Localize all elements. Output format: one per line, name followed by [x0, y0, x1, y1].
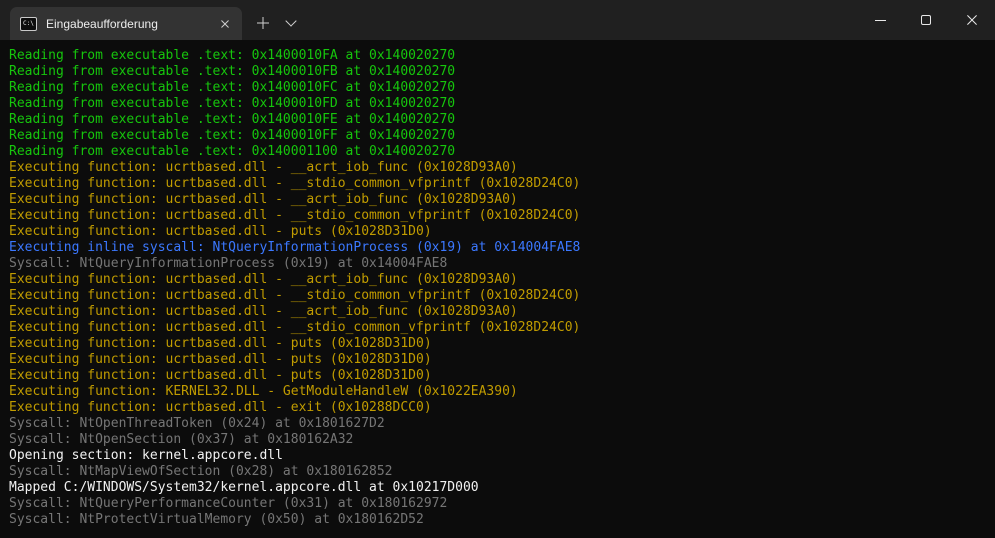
terminal-line: Executing function: ucrtbased.dll - __st…: [9, 288, 986, 304]
terminal-line: Syscall: NtQueryPerformanceCounter (0x31…: [9, 496, 986, 512]
terminal-line: Executing function: ucrtbased.dll - __ac…: [9, 160, 986, 176]
terminal-viewport[interactable]: Reading from executable .text: 0x1400010…: [0, 40, 995, 538]
maximize-icon: [921, 15, 931, 25]
close-icon: [218, 17, 232, 31]
terminal-line: Executing function: ucrtbased.dll - __st…: [9, 320, 986, 336]
tab-dropdown-button[interactable]: [278, 8, 304, 38]
terminal-line: Executing function: ucrtbased.dll - puts…: [9, 336, 986, 352]
terminal-line: Mapped C:/WINDOWS/System32/kernel.appcor…: [9, 480, 986, 496]
terminal-line: Executing function: ucrtbased.dll - __ac…: [9, 272, 986, 288]
terminal-line: Syscall: NtOpenSection (0x37) at 0x18016…: [9, 432, 986, 448]
tab-eingabeaufforderung[interactable]: C:\ Eingabeaufforderung: [10, 7, 242, 40]
terminal-line: Executing function: ucrtbased.dll - __ac…: [9, 304, 986, 320]
terminal-line: Syscall: NtProtectVirtualMemory (0x50) a…: [9, 512, 986, 528]
terminal-window: C:\ Eingabeaufforderung Reading from exe…: [0, 0, 995, 538]
plus-icon: [256, 16, 270, 30]
terminal-line: Reading from executable .text: 0x1400011…: [9, 144, 986, 160]
terminal-line: Syscall: NtMapViewOfSection (0x28) at 0x…: [9, 464, 986, 480]
terminal-line: Executing function: ucrtbased.dll - __st…: [9, 208, 986, 224]
terminal-line: Executing function: ucrtbased.dll - __ac…: [9, 192, 986, 208]
terminal-line: Opening section: kernel.appcore.dll: [9, 448, 986, 464]
terminal-line: Reading from executable .text: 0x1400010…: [9, 112, 986, 128]
terminal-line: Executing function: KERNEL32.DLL - GetMo…: [9, 384, 986, 400]
terminal-output: Reading from executable .text: 0x1400010…: [9, 48, 986, 528]
terminal-line: Syscall: NtQueryInformationProcess (0x19…: [9, 256, 986, 272]
tab-title: Eingabeaufforderung: [46, 17, 205, 31]
terminal-line: Executing function: ucrtbased.dll - puts…: [9, 224, 986, 240]
tab-close-button[interactable]: [214, 13, 236, 35]
new-tab-button[interactable]: [248, 8, 278, 38]
terminal-line: Executing function: ucrtbased.dll - __st…: [9, 176, 986, 192]
terminal-line: Reading from executable .text: 0x1400010…: [9, 80, 986, 96]
cmd-icon: C:\: [20, 17, 37, 31]
maximize-button[interactable]: [903, 0, 949, 40]
terminal-line: Executing function: ucrtbased.dll - puts…: [9, 368, 986, 384]
close-button[interactable]: [949, 0, 995, 40]
terminal-line: Executing function: ucrtbased.dll - exit…: [9, 400, 986, 416]
close-icon: [965, 13, 979, 27]
titlebar-drag-region[interactable]: [304, 0, 857, 40]
minimize-icon: [875, 20, 886, 21]
terminal-line: Reading from executable .text: 0x1400010…: [9, 48, 986, 64]
terminal-line: Reading from executable .text: 0x1400010…: [9, 96, 986, 112]
terminal-line: Reading from executable .text: 0x1400010…: [9, 64, 986, 80]
terminal-line: Executing function: ucrtbased.dll - puts…: [9, 352, 986, 368]
terminal-line: Syscall: NtOpenThreadToken (0x24) at 0x1…: [9, 416, 986, 432]
titlebar[interactable]: C:\ Eingabeaufforderung: [0, 0, 995, 40]
minimize-button[interactable]: [857, 0, 903, 40]
chevron-down-icon: [285, 15, 296, 26]
terminal-line: Executing inline syscall: NtQueryInforma…: [9, 240, 986, 256]
terminal-line: Reading from executable .text: 0x1400010…: [9, 128, 986, 144]
